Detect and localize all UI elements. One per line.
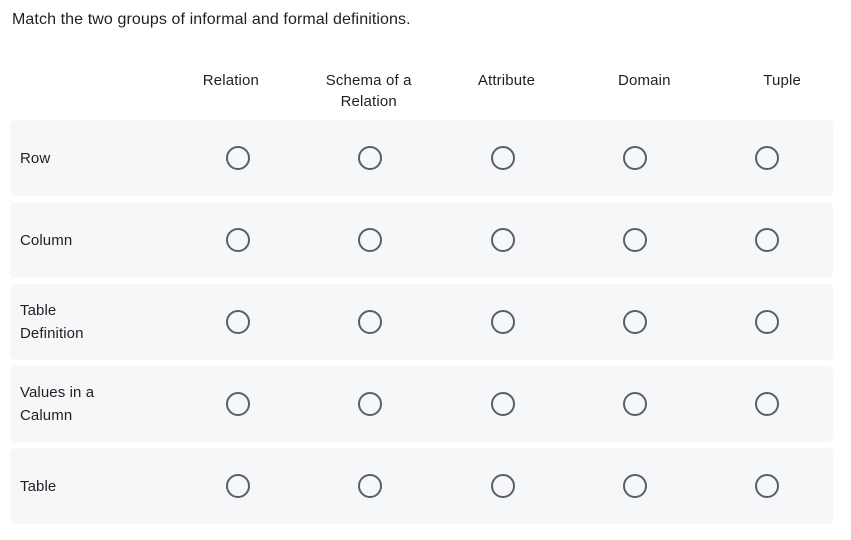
cell-row-domain[interactable] bbox=[569, 146, 701, 170]
radio-table-relation[interactable] bbox=[226, 474, 251, 498]
radio-values-in-a-calumn-attribute[interactable] bbox=[490, 392, 515, 416]
row-label-line: Definition bbox=[20, 325, 84, 342]
radio-row-attribute[interactable] bbox=[490, 146, 515, 170]
cell-table-definition-tuple[interactable] bbox=[701, 310, 833, 334]
cell-table-tuple[interactable] bbox=[701, 474, 833, 498]
matching-matrix: Relation Schema of a Relation Attribute … bbox=[0, 58, 851, 530]
radio-table-definition-schema-of-a-relation[interactable] bbox=[358, 310, 383, 334]
cell-table-definition-schema-of-a-relation[interactable] bbox=[304, 310, 436, 334]
column-header-line: Attribute bbox=[477, 72, 536, 89]
cell-table-definition-attribute[interactable] bbox=[436, 310, 568, 334]
column-header-line: Tuple bbox=[763, 72, 801, 89]
row-label-values-in-a-calumn: Values in a Calumn bbox=[10, 381, 172, 427]
row-label-line: Column bbox=[20, 231, 73, 249]
row-label-row: Row bbox=[10, 147, 172, 170]
cell-row-attribute[interactable] bbox=[436, 146, 568, 170]
cell-column-relation[interactable] bbox=[172, 228, 304, 252]
radio-values-in-a-calumn-relation[interactable] bbox=[226, 392, 251, 416]
column-header-relation: Relation bbox=[162, 58, 300, 91]
radio-values-in-a-calumn-schema-of-a-relation[interactable] bbox=[358, 392, 383, 416]
radio-row-relation[interactable] bbox=[226, 146, 251, 170]
radio-row-schema-of-a-relation[interactable] bbox=[358, 146, 383, 170]
cell-table-relation[interactable] bbox=[172, 474, 304, 498]
table-row: Row bbox=[10, 120, 833, 196]
radio-column-domain[interactable] bbox=[622, 228, 647, 252]
cell-values-in-a-calumn-domain[interactable] bbox=[569, 392, 701, 416]
cell-values-in-a-calumn-schema-of-a-relation[interactable] bbox=[304, 392, 436, 416]
cell-column-attribute[interactable] bbox=[436, 228, 568, 252]
cell-row-relation[interactable] bbox=[172, 146, 304, 170]
row-label-line: Table bbox=[20, 302, 57, 319]
radio-table-definition-attribute[interactable] bbox=[490, 310, 515, 334]
cell-table-definition-domain[interactable] bbox=[569, 310, 701, 334]
row-label-table: Table bbox=[10, 475, 172, 498]
column-header-line: Relation bbox=[340, 93, 397, 110]
question-prompt: Match the two groups of informal and for… bbox=[12, 11, 411, 28]
cell-row-schema-of-a-relation[interactable] bbox=[304, 146, 436, 170]
column-header-line: Schema of a bbox=[325, 72, 412, 89]
table-row: Column bbox=[10, 202, 833, 278]
radio-table-schema-of-a-relation[interactable] bbox=[358, 474, 383, 498]
matrix-column-headers: Relation Schema of a Relation Attribute … bbox=[0, 58, 851, 120]
column-header-schema-of-a-relation: Schema of a Relation bbox=[300, 58, 438, 112]
row-label-line: Values in a bbox=[20, 384, 95, 401]
column-header-line: Domain bbox=[617, 72, 671, 89]
table-row: Values in a Calumn bbox=[10, 366, 833, 442]
radio-values-in-a-calumn-tuple[interactable] bbox=[754, 392, 779, 416]
row-label-line: Table bbox=[20, 477, 57, 495]
radio-table-attribute[interactable] bbox=[490, 474, 515, 498]
row-label-line: Row bbox=[20, 149, 51, 167]
table-row: Table Definition bbox=[10, 284, 833, 360]
radio-table-definition-domain[interactable] bbox=[622, 310, 647, 334]
cell-column-domain[interactable] bbox=[569, 228, 701, 252]
cell-table-attribute[interactable] bbox=[436, 474, 568, 498]
column-header-line: Relation bbox=[202, 72, 260, 89]
cell-row-tuple[interactable] bbox=[701, 146, 833, 170]
radio-values-in-a-calumn-domain[interactable] bbox=[622, 392, 647, 416]
cell-table-domain[interactable] bbox=[569, 474, 701, 498]
cell-column-tuple[interactable] bbox=[701, 228, 833, 252]
matrix-rows: Row Column Table Definition Values in a … bbox=[0, 120, 851, 524]
row-label-line: Calumn bbox=[20, 407, 73, 424]
column-header-tuple: Tuple bbox=[713, 58, 851, 91]
radio-table-definition-relation[interactable] bbox=[226, 310, 251, 334]
radio-column-tuple[interactable] bbox=[754, 228, 779, 252]
cell-values-in-a-calumn-tuple[interactable] bbox=[701, 392, 833, 416]
column-header-attribute: Attribute bbox=[438, 58, 576, 91]
radio-table-domain[interactable] bbox=[622, 474, 647, 498]
radio-row-domain[interactable] bbox=[622, 146, 647, 170]
row-label-column: Column bbox=[10, 229, 172, 252]
cell-values-in-a-calumn-attribute[interactable] bbox=[436, 392, 568, 416]
radio-table-tuple[interactable] bbox=[754, 474, 779, 498]
radio-column-attribute[interactable] bbox=[490, 228, 515, 252]
radio-row-tuple[interactable] bbox=[754, 146, 779, 170]
radio-table-definition-tuple[interactable] bbox=[754, 310, 779, 334]
cell-column-schema-of-a-relation[interactable] bbox=[304, 228, 436, 252]
cell-values-in-a-calumn-relation[interactable] bbox=[172, 392, 304, 416]
radio-column-relation[interactable] bbox=[226, 228, 251, 252]
row-label-table-definition: Table Definition bbox=[10, 299, 172, 345]
cell-table-definition-relation[interactable] bbox=[172, 310, 304, 334]
cell-table-schema-of-a-relation[interactable] bbox=[304, 474, 436, 498]
column-header-domain: Domain bbox=[575, 58, 713, 91]
table-row: Table bbox=[10, 448, 833, 524]
radio-column-schema-of-a-relation[interactable] bbox=[358, 228, 383, 252]
